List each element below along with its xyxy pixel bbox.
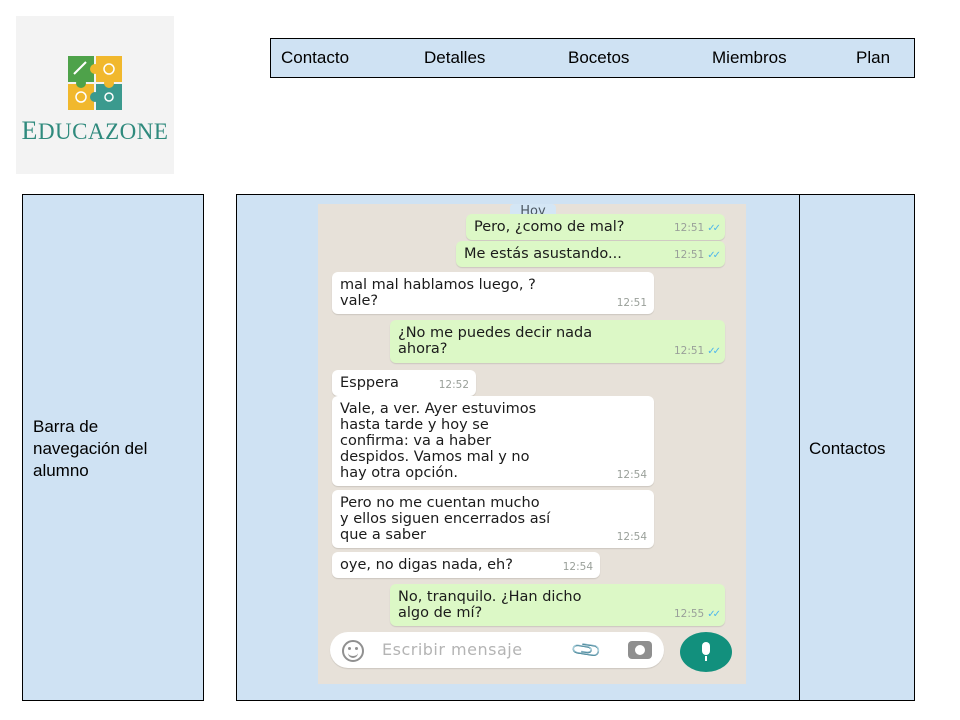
chat-message: No, tranquilo. ¿Han dicho algo de mí? 12… <box>390 584 725 626</box>
read-receipt-icon: ✓✓ <box>707 250 721 261</box>
chat-message: oye, no digas nada, eh? 12:54 <box>332 552 600 578</box>
chat-message: mal mal hablamos luego, ? vale? 12:51 <box>332 272 654 314</box>
chat-message: Vale, a ver. Ayer estuvimos hasta tarde … <box>332 396 654 486</box>
message-input-bar[interactable]: Escribir mensaje 📎 <box>330 632 664 668</box>
contacts-label: Contactos <box>809 439 886 458</box>
read-receipt-icon: ✓✓ <box>707 346 721 357</box>
puzzle-logo-icon <box>68 56 122 110</box>
contacts-panel: Contactos <box>799 194 915 701</box>
nav-contacto[interactable]: Contacto <box>281 48 349 68</box>
chat-message: Esppera 12:52 <box>332 370 476 396</box>
chat-message: ¿No me puedes decir nada ahora? 12:51 ✓✓ <box>390 320 725 363</box>
logo-wordmark: EDUCAZONE <box>21 116 169 145</box>
attach-icon[interactable]: 📎 <box>569 633 604 667</box>
mic-icon[interactable] <box>680 632 732 672</box>
chat-message: Pero no me cuentan mucho y ellos siguen … <box>332 490 654 548</box>
read-receipt-icon: ✓✓ <box>707 609 721 620</box>
top-navigation: Contacto Detalles Bocetos Miembros Plan <box>270 38 915 78</box>
nav-plan[interactable]: Plan <box>856 48 890 68</box>
nav-bocetos[interactable]: Bocetos <box>568 48 629 68</box>
emoji-icon[interactable] <box>342 640 364 662</box>
chat-screenshot: Hoy Pero, ¿como de mal? 12:51 ✓✓ Me estás… <box>318 204 746 684</box>
sidebar-label: Barra de navegación del alumno <box>33 417 148 480</box>
chat-message: Me estás asustando... 12:51 ✓✓ <box>456 241 725 267</box>
chat-message: Pero, ¿como de mal? 12:51 ✓✓ <box>466 214 725 240</box>
message-input[interactable]: Escribir mensaje <box>382 640 523 659</box>
nav-detalles[interactable]: Detalles <box>424 48 485 68</box>
student-sidebar: Barra de navegación del alumno <box>22 194 204 701</box>
read-receipt-icon: ✓✓ <box>707 223 721 234</box>
nav-miembros[interactable]: Miembros <box>712 48 787 68</box>
camera-icon[interactable] <box>628 641 652 659</box>
educazone-logo: EDUCAZONE <box>16 16 174 174</box>
